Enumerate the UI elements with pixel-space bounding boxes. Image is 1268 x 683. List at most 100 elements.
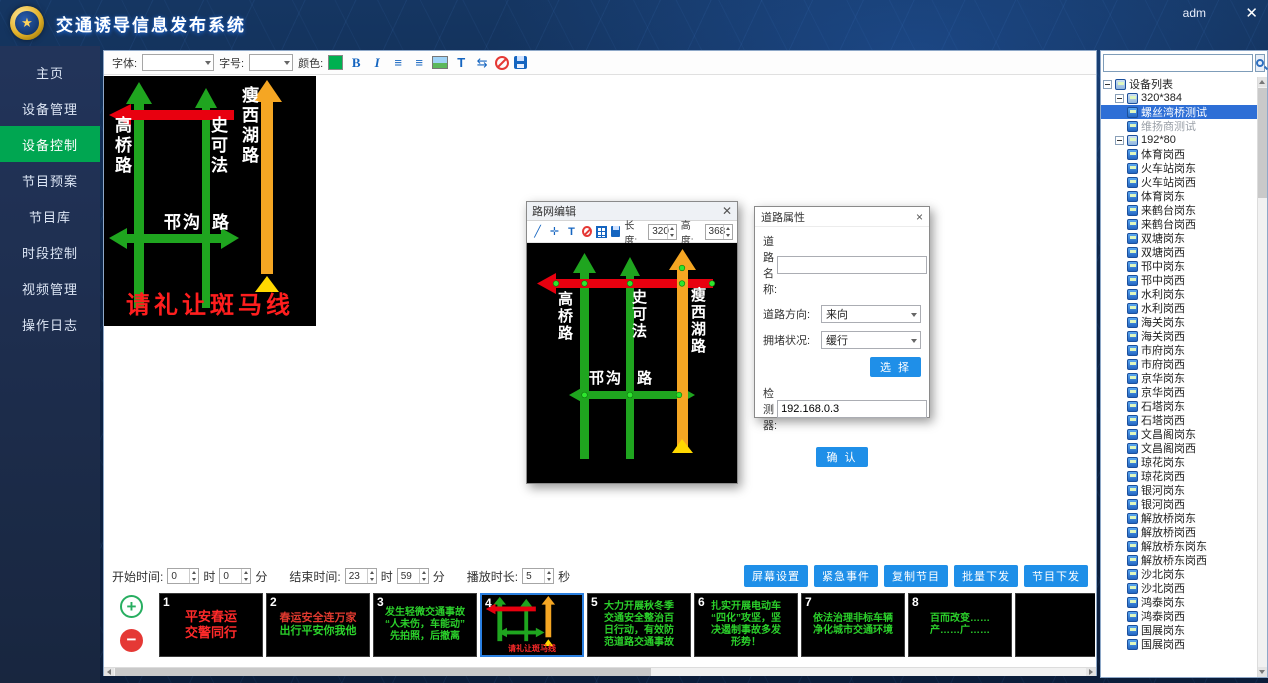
program-thumbnail[interactable]: 6 — [694, 593, 798, 657]
device-tree-item[interactable]: 国展岗西 — [1101, 637, 1257, 651]
device-tree-item[interactable]: 京华岗东 — [1101, 371, 1257, 385]
bold-button[interactable]: B — [348, 54, 364, 71]
action-button[interactable]: 紧急事件 — [814, 565, 878, 587]
program-thumbnail[interactable]: 7 — [801, 593, 905, 657]
duration-spinner[interactable]: 5 — [522, 568, 554, 584]
italic-button[interactable]: I — [369, 54, 385, 71]
spinner-arrows[interactable] — [367, 569, 376, 583]
action-button[interactable]: 批量下发 — [954, 565, 1018, 587]
vertical-scrollbar[interactable] — [1257, 77, 1267, 677]
device-tree-item[interactable]: 320*384 — [1101, 91, 1257, 105]
program-thumbnail[interactable]: 4 — [480, 593, 584, 657]
editor-canvas[interactable]: 高桥路 史可法 瘦西湖路 邗沟 路 — [527, 243, 737, 483]
confirm-button[interactable]: 确 认 — [816, 447, 867, 467]
save-icon[interactable] — [514, 56, 527, 69]
device-tree-item[interactable]: 海关岗西 — [1101, 329, 1257, 343]
device-tree-item[interactable]: 银河岗西 — [1101, 497, 1257, 511]
device-tree-item[interactable]: 琼花岗东 — [1101, 455, 1257, 469]
scroll-up-button[interactable] — [1258, 77, 1267, 87]
select-detector-button[interactable]: 选 择 — [870, 357, 921, 377]
text-tool-icon[interactable]: T — [565, 224, 578, 239]
editor-close-button[interactable]: ✕ — [722, 204, 732, 218]
scroll-down-button[interactable] — [1258, 667, 1267, 677]
device-tree-item[interactable]: 市府岗西 — [1101, 357, 1257, 371]
window-close-button[interactable]: ✕ — [1245, 4, 1258, 22]
align-left-button[interactable]: ≡ — [390, 54, 406, 71]
device-tree-item[interactable]: 文昌阁岗西 — [1101, 441, 1257, 455]
device-tree-item[interactable]: 国展岗东 — [1101, 623, 1257, 637]
device-tree-item[interactable]: 来鹤台岗西 — [1101, 217, 1257, 231]
device-tree-item[interactable]: 市府岗东 — [1101, 343, 1257, 357]
device-tree-item[interactable]: 水利岗西 — [1101, 301, 1257, 315]
device-tree-item[interactable]: 沙北岗东 — [1101, 567, 1257, 581]
device-tree-item[interactable]: 邗中岗西 — [1101, 273, 1257, 287]
device-tree-item[interactable]: 邗中岗东 — [1101, 259, 1257, 273]
length-spinner[interactable]: 320 — [648, 224, 677, 240]
spinner-arrows[interactable] — [419, 569, 428, 583]
spinner-arrows[interactable] — [189, 569, 198, 583]
move-icon[interactable]: ✛ — [548, 224, 561, 239]
collapse-icon[interactable] — [1103, 80, 1112, 89]
scroll-right-button[interactable] — [1086, 668, 1096, 676]
scroll-left-button[interactable] — [104, 668, 114, 676]
device-tree-item[interactable]: 石塔岗东 — [1101, 399, 1257, 413]
draw-line-icon[interactable]: ╱ — [531, 224, 544, 239]
search-button[interactable] — [1255, 54, 1265, 72]
device-tree-item[interactable]: 文昌阁岗东 — [1101, 427, 1257, 441]
sidebar-item[interactable]: 设备控制 — [0, 126, 100, 162]
device-tree-item[interactable]: 京华岗西 — [1101, 385, 1257, 399]
program-thumbnail[interactable]: 1 — [159, 593, 263, 657]
device-tree-item[interactable]: 体育岗西 — [1101, 147, 1257, 161]
sidebar-item[interactable]: 操作日志 — [0, 306, 100, 342]
device-tree-item[interactable]: 水利岗东 — [1101, 287, 1257, 301]
spinner-arrows[interactable] — [241, 569, 250, 583]
device-tree-item[interactable]: 火车站岗西 — [1101, 175, 1257, 189]
collapse-icon[interactable] — [1115, 94, 1124, 103]
device-tree-item[interactable]: 沙北岗西 — [1101, 581, 1257, 595]
device-tree-item[interactable]: 鸿泰岗西 — [1101, 609, 1257, 623]
device-tree-item[interactable]: 双塘岗西 — [1101, 245, 1257, 259]
scrollbar-thumb[interactable] — [1258, 88, 1267, 198]
grid-icon[interactable] — [596, 226, 607, 238]
sign-preview-board[interactable]: 高桥路 史可法 瘦西湖路 邗沟 路 请礼让斑马线 — [104, 76, 316, 326]
insert-image-icon[interactable] — [432, 56, 448, 69]
color-swatch[interactable] — [328, 55, 343, 70]
device-tree-item[interactable]: 石塔岗西 — [1101, 413, 1257, 427]
congestion-select[interactable]: 缓行 — [821, 331, 921, 349]
device-tree-item[interactable]: 解放桥东岗西 — [1101, 553, 1257, 567]
sidebar-item[interactable]: 视频管理 — [0, 270, 100, 306]
start-minute-spinner[interactable]: 0 — [219, 568, 251, 584]
spinner-arrows[interactable] — [544, 569, 553, 583]
size-select[interactable] — [249, 54, 293, 71]
device-tree-item[interactable]: 设备列表 — [1101, 77, 1257, 91]
sidebar-item[interactable]: 节目库 — [0, 198, 100, 234]
program-thumbnail[interactable]: 2 — [266, 593, 370, 657]
sidebar-item[interactable]: 设备管理 — [0, 90, 100, 126]
user-label[interactable]: adm — [1183, 6, 1206, 20]
end-hour-spinner[interactable]: 23 — [345, 568, 377, 584]
device-tree-item[interactable]: 鸿泰岗东 — [1101, 595, 1257, 609]
delete-icon[interactable] — [582, 226, 592, 237]
program-thumbnail[interactable]: 3 — [373, 593, 477, 657]
spinner-arrows[interactable] — [723, 225, 732, 239]
height-spinner[interactable]: 368 — [705, 224, 734, 240]
remove-program-button[interactable]: − — [120, 629, 143, 652]
action-button[interactable]: 屏幕设置 — [744, 565, 808, 587]
device-tree-item[interactable]: 体育岗东 — [1101, 189, 1257, 203]
add-program-button[interactable]: + — [120, 595, 143, 618]
device-search-input[interactable] — [1103, 54, 1253, 72]
start-hour-spinner[interactable]: 0 — [167, 568, 199, 584]
font-select[interactable] — [142, 54, 214, 71]
program-thumbnail[interactable]: 5 — [587, 593, 691, 657]
fit-width-icon[interactable]: ⇆ — [474, 54, 490, 71]
stop-icon[interactable] — [495, 56, 509, 70]
device-tree-item[interactable]: 解放桥东岗东 — [1101, 539, 1257, 553]
device-tree-item[interactable]: 192*80 — [1101, 133, 1257, 147]
align-center-button[interactable]: ≡ — [411, 54, 427, 71]
text-tool-button[interactable]: T — [453, 54, 469, 71]
end-minute-spinner[interactable]: 59 — [397, 568, 429, 584]
device-tree-item[interactable]: 来鹤台岗东 — [1101, 203, 1257, 217]
device-tree-item[interactable]: 海关岗东 — [1101, 315, 1257, 329]
spinner-arrows[interactable] — [667, 225, 676, 239]
device-tree-item[interactable]: 解放桥岗东 — [1101, 511, 1257, 525]
